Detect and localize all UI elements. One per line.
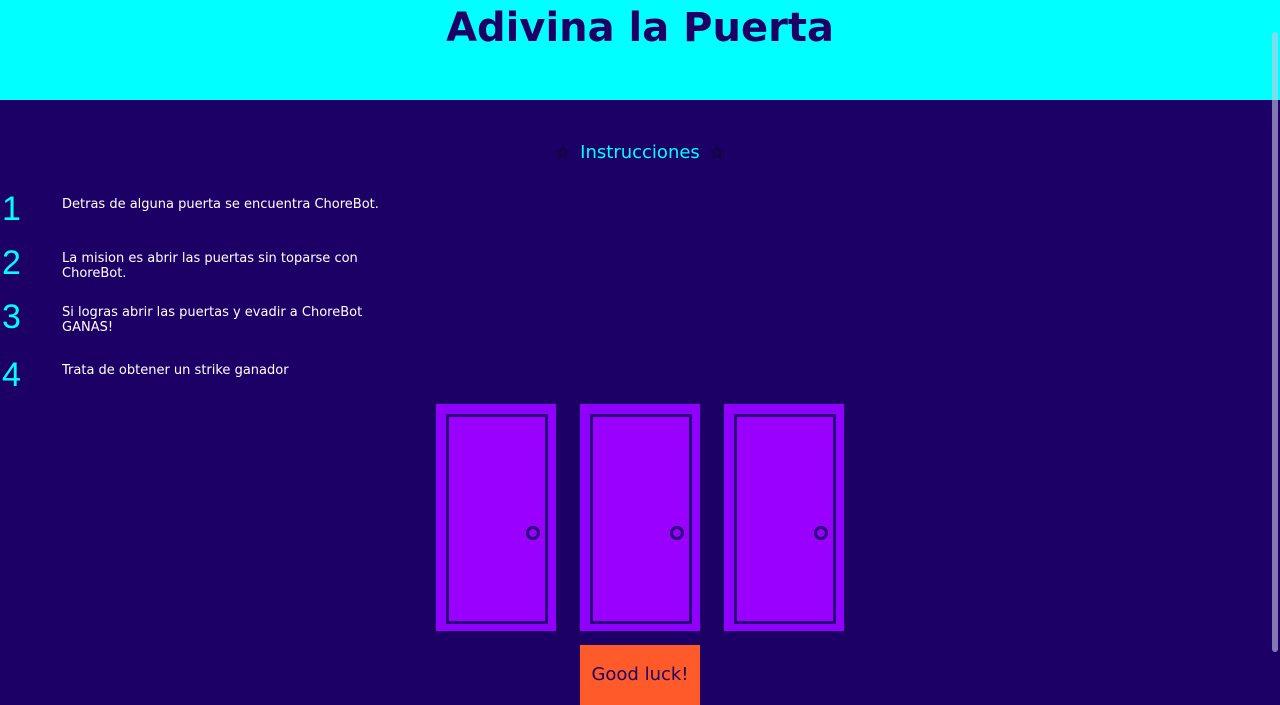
step-number: 4 — [2, 356, 21, 394]
step-text: Si logras abrir las puertas y evadir a C… — [62, 305, 363, 335]
instruction-step-4: 4 Trata de obtener un strike ganador — [0, 356, 400, 403]
door-2[interactable] — [580, 404, 700, 631]
instruction-step-3: 3 Si logras abrir las puertas y evadir a… — [0, 298, 400, 345]
header-banner: Adivina la Puerta — [0, 0, 1280, 100]
door-knob-icon — [814, 526, 828, 540]
door-1[interactable] — [436, 404, 556, 631]
star-icon: ☆ — [554, 142, 572, 164]
scrollbar-thumb[interactable] — [1272, 32, 1278, 652]
step-number: 2 — [2, 244, 21, 282]
step-number: 1 — [2, 190, 21, 228]
instruction-step-1: 1 Detras de alguna puerta se encuentra C… — [0, 190, 400, 237]
good-luck-button[interactable]: Good luck! — [580, 645, 700, 705]
instructions-label: Instrucciones — [580, 142, 700, 163]
closed-door-icon — [734, 414, 836, 624]
scrollbar[interactable] — [1270, 0, 1280, 689]
instructions-heading: ☆ Instrucciones ☆ — [0, 140, 1280, 166]
door-3[interactable] — [724, 404, 844, 631]
step-text: La mision es abrir las puertas sin topar… — [62, 251, 358, 281]
page-title: Adivina la Puerta — [446, 5, 834, 51]
door-knob-icon — [526, 526, 540, 540]
closed-door-icon — [590, 414, 692, 624]
step-text: Detras de alguna puerta se encuentra Cho… — [62, 197, 379, 212]
closed-door-icon — [446, 414, 548, 624]
door-knob-icon — [670, 526, 684, 540]
step-number: 3 — [2, 298, 21, 336]
instruction-step-2: 2 La mision es abrir las puertas sin top… — [0, 244, 400, 291]
step-text: Trata de obtener un strike ganador — [62, 363, 289, 378]
star-icon: ☆ — [708, 142, 726, 164]
